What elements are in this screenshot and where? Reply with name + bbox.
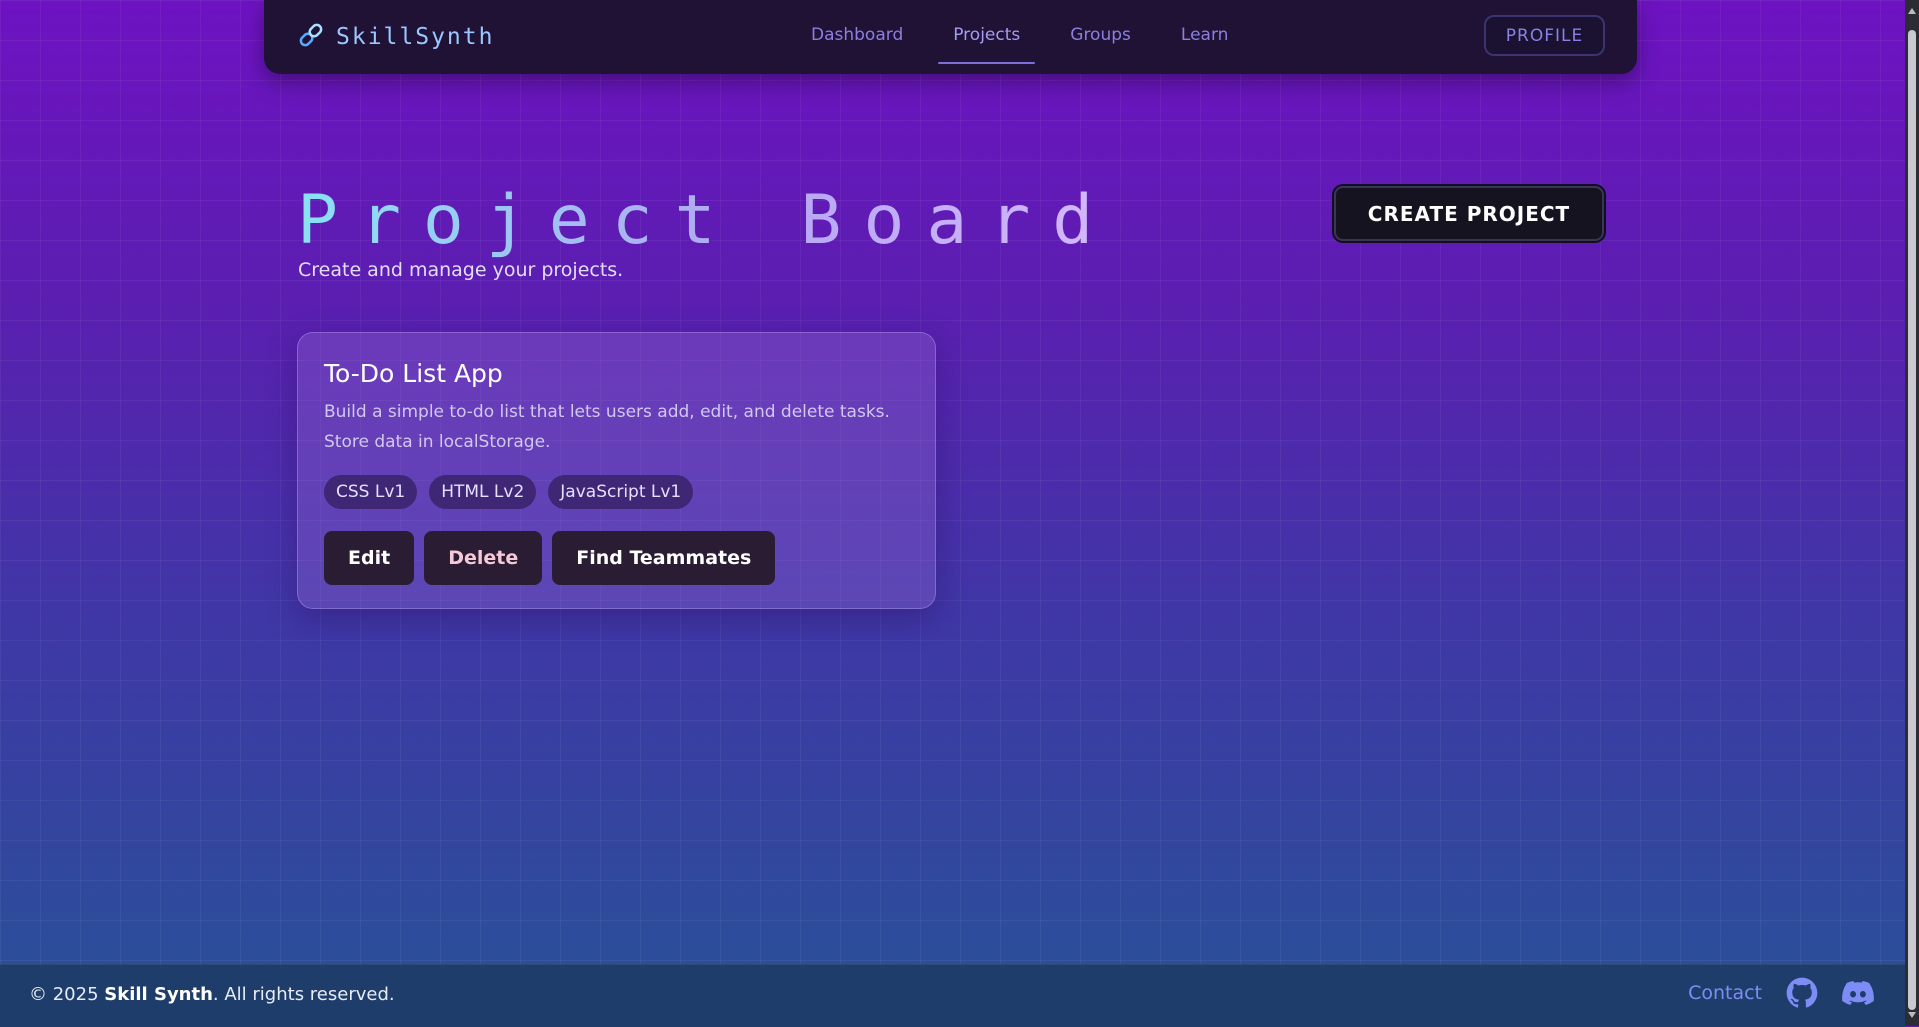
scroll-down-arrow[interactable]	[1908, 1012, 1916, 1018]
scroll-up-arrow[interactable]	[1908, 8, 1916, 14]
skill-tag-html: HTML Lv2	[429, 475, 537, 509]
footer-brand: Skill Synth	[104, 984, 213, 1005]
profile-button[interactable]: PROFILE	[1484, 15, 1605, 56]
nav-link-learn[interactable]: Learn	[1156, 0, 1254, 74]
nav-links: Dashboard Projects Groups Learn	[786, 0, 1253, 74]
page-title: Project Board	[297, 176, 1115, 266]
copyright-year: © 2025	[29, 984, 99, 1005]
github-icon[interactable]	[1786, 977, 1818, 1009]
vertical-scrollbar[interactable]	[1905, 0, 1919, 1026]
edit-button[interactable]: Edit	[324, 531, 415, 585]
delete-button[interactable]: Delete	[424, 531, 543, 585]
contact-link[interactable]: Contact	[1688, 982, 1762, 1004]
footer: © 2025 Skill Synth. All rights reserved.…	[0, 964, 1905, 1027]
rights-text: . All rights reserved.	[212, 984, 395, 1005]
top-navbar: SkillSynth Dashboard Projects Groups Lea…	[264, 0, 1637, 74]
create-project-button[interactable]: CREATE PROJECT	[1334, 186, 1604, 241]
link-icon	[296, 20, 326, 54]
project-actions: Edit Delete Find Teammates	[324, 531, 776, 585]
scrollbar-thumb[interactable]	[1908, 30, 1916, 1010]
nav-link-groups[interactable]: Groups	[1045, 0, 1156, 74]
background-grid	[0, 0, 1919, 1026]
nav-link-dashboard[interactable]: Dashboard	[786, 0, 928, 74]
brand-logo[interactable]: SkillSynth	[296, 20, 494, 54]
brand-name: SkillSynth	[336, 24, 495, 50]
skill-tag-javascript: JavaScript Lv1	[548, 475, 694, 509]
page-subtitle: Create and manage your projects.	[298, 259, 624, 281]
nav-link-projects[interactable]: Projects	[928, 0, 1045, 74]
copyright-text: © 2025 Skill Synth. All rights reserved.	[29, 984, 395, 1005]
project-title: To-Do List App	[324, 359, 503, 388]
skill-tags: CSS Lv1 HTML Lv2 JavaScript Lv1	[324, 475, 694, 509]
discord-icon[interactable]	[1842, 977, 1874, 1009]
footer-links: Contact	[1688, 977, 1905, 1009]
project-card: To-Do List App Build a simple to-do list…	[297, 332, 936, 609]
skill-tag-css: CSS Lv1	[324, 475, 418, 509]
project-description: Build a simple to-do list that lets user…	[324, 402, 890, 452]
find-teammates-button[interactable]: Find Teammates	[552, 531, 776, 585]
